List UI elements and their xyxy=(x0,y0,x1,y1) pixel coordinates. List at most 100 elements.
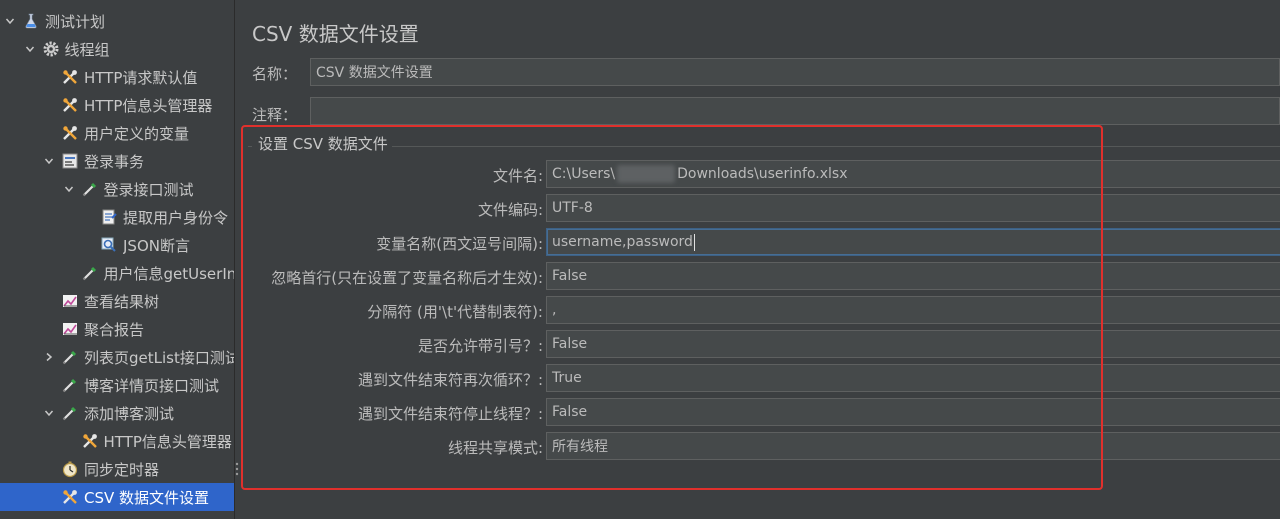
pipette-icon xyxy=(61,376,79,394)
field-value: username,password xyxy=(552,234,693,250)
csv-row-label: 遇到文件结束符再次循环？: xyxy=(357,371,543,389)
csv-row-field[interactable]: 所有线程 xyxy=(546,432,1280,460)
text-caret xyxy=(693,233,695,251)
tree-item[interactable]: HTTP请求默认值 xyxy=(0,63,234,91)
tree-item[interactable]: JSON断言 xyxy=(0,231,234,259)
chevron-down-icon[interactable] xyxy=(43,155,55,167)
wrench-icon xyxy=(61,96,79,114)
extractor-icon xyxy=(100,208,118,226)
tree-item[interactable]: 登录事务 xyxy=(0,147,234,175)
tree-item-label: 测试计划 xyxy=(45,12,106,31)
test-plan-tree[interactable]: 测试计划 线程组 HTTP请求默认值 HTTP信息头管理器 用户定义的变量 登录事务 登录接… xyxy=(0,0,234,519)
tree-item[interactable]: 用户信息getUserIn xyxy=(0,259,234,287)
field-value: False xyxy=(552,268,588,284)
field-value: UTF-8 xyxy=(552,200,593,216)
tree-item[interactable]: 用户定义的变量 xyxy=(0,119,234,147)
csv-config-panel: CSV 数据文件设置 名称： CSV 数据文件设置 注释： 设置 CSV 数据文… xyxy=(242,0,1280,519)
wrench-icon xyxy=(61,488,79,506)
tree-item-label: 登录事务 xyxy=(84,152,145,171)
csv-row-field[interactable]: , xyxy=(546,296,1280,324)
chevron-down-icon[interactable] xyxy=(63,183,75,195)
tree-item[interactable]: 测试计划 xyxy=(0,7,234,35)
group-border xyxy=(248,146,1280,147)
tree-item-label: HTTP请求默认值 xyxy=(84,68,198,87)
csv-row-field[interactable]: C:\Users\ Downloads\userinfo.xlsx xyxy=(546,160,1280,188)
chevron-down-icon[interactable] xyxy=(24,43,36,55)
tree-item-label: 聚合报告 xyxy=(84,320,145,339)
csv-row-label: 线程共享模式: xyxy=(447,439,543,457)
field-value: False xyxy=(552,336,588,352)
csv-row-field[interactable]: False xyxy=(546,330,1280,358)
pipette-icon xyxy=(81,264,99,282)
chevron-down-icon[interactable] xyxy=(43,407,55,419)
comment-label: 注释： xyxy=(252,106,298,124)
graph-icon xyxy=(61,292,79,310)
csv-row-label: 分隔符 (用'\t'代替制表符): xyxy=(367,303,543,321)
csv-row-label: 文件编码: xyxy=(477,201,543,219)
tree-item-label: JSON断言 xyxy=(123,236,190,255)
pipette-icon xyxy=(61,348,79,366)
tree-item[interactable]: 列表页getList接口测试 xyxy=(0,343,234,371)
tree-item[interactable]: 提取用户身份令 xyxy=(0,203,234,231)
transaction-icon xyxy=(61,152,79,170)
tree-item[interactable]: CSV 数据文件设置 xyxy=(0,483,234,511)
tree-item-label: 同步定时器 xyxy=(84,460,160,479)
tree-item-label: 查看结果树 xyxy=(84,292,160,311)
magnifier-icon xyxy=(100,236,118,254)
pipette-icon xyxy=(81,180,99,198)
field-value-prefix: C:\Users\ xyxy=(552,166,616,182)
tree-item[interactable]: 博客详情页接口测试 xyxy=(0,371,234,399)
gear-icon xyxy=(42,40,60,58)
group-title: 设置 CSV 数据文件 xyxy=(252,133,392,154)
csv-row-field[interactable]: True xyxy=(546,364,1280,392)
csv-row-field[interactable]: False xyxy=(546,398,1280,426)
csv-row-label: 变量名称(西文逗号间隔): xyxy=(376,235,543,253)
tree-item[interactable]: HTTP信息头管理器 xyxy=(0,427,234,455)
tree-item-label: 列表页getList接口测试 xyxy=(84,348,234,367)
field-value: 所有线程 xyxy=(552,439,608,455)
tree-item[interactable]: 线程组 xyxy=(0,35,234,63)
tree-item-label: 提取用户身份令 xyxy=(123,208,229,227)
tree-item-label: 用户信息getUserIn xyxy=(103,264,235,283)
tree-item[interactable]: 同步定时器 xyxy=(0,455,234,483)
csv-row-field[interactable]: False xyxy=(546,262,1280,290)
name-label: 名称： xyxy=(252,65,298,83)
tree-item[interactable]: HTTP信息头管理器 xyxy=(0,91,234,119)
tree-item-label: 用户定义的变量 xyxy=(84,124,190,143)
comment-field[interactable] xyxy=(310,97,1280,125)
field-value: False xyxy=(552,404,588,420)
csv-row-label: 文件名: xyxy=(492,167,543,185)
tree-item[interactable]: 聚合报告 xyxy=(0,315,234,343)
tree-item[interactable]: 查看结果树 xyxy=(0,287,234,315)
timer-icon xyxy=(61,460,79,478)
flask-icon xyxy=(22,12,40,30)
splitter-grip-icon[interactable] xyxy=(235,462,239,476)
tree-item[interactable]: 添加博客测试 xyxy=(0,399,234,427)
graph-icon xyxy=(61,320,79,338)
csv-row-field[interactable]: username,password xyxy=(546,228,1280,256)
csv-row-label: 遇到文件结束符停止线程？: xyxy=(357,405,543,423)
wrench-icon xyxy=(61,124,79,142)
tree-item[interactable]: 登录接口测试 xyxy=(0,175,234,203)
field-value-suffix: Downloads\userinfo.xlsx xyxy=(677,166,848,182)
chevron-right-icon[interactable] xyxy=(43,351,55,363)
tree-item-label: 博客详情页接口测试 xyxy=(84,376,220,395)
chevron-down-icon[interactable] xyxy=(4,15,16,27)
tree-item-label: HTTP信息头管理器 xyxy=(84,96,213,115)
csv-row-field[interactable]: UTF-8 xyxy=(546,194,1280,222)
field-value: True xyxy=(552,370,582,386)
name-field[interactable]: CSV 数据文件设置 xyxy=(310,58,1280,86)
panel-splitter[interactable] xyxy=(234,0,242,519)
wrench-icon xyxy=(61,68,79,86)
